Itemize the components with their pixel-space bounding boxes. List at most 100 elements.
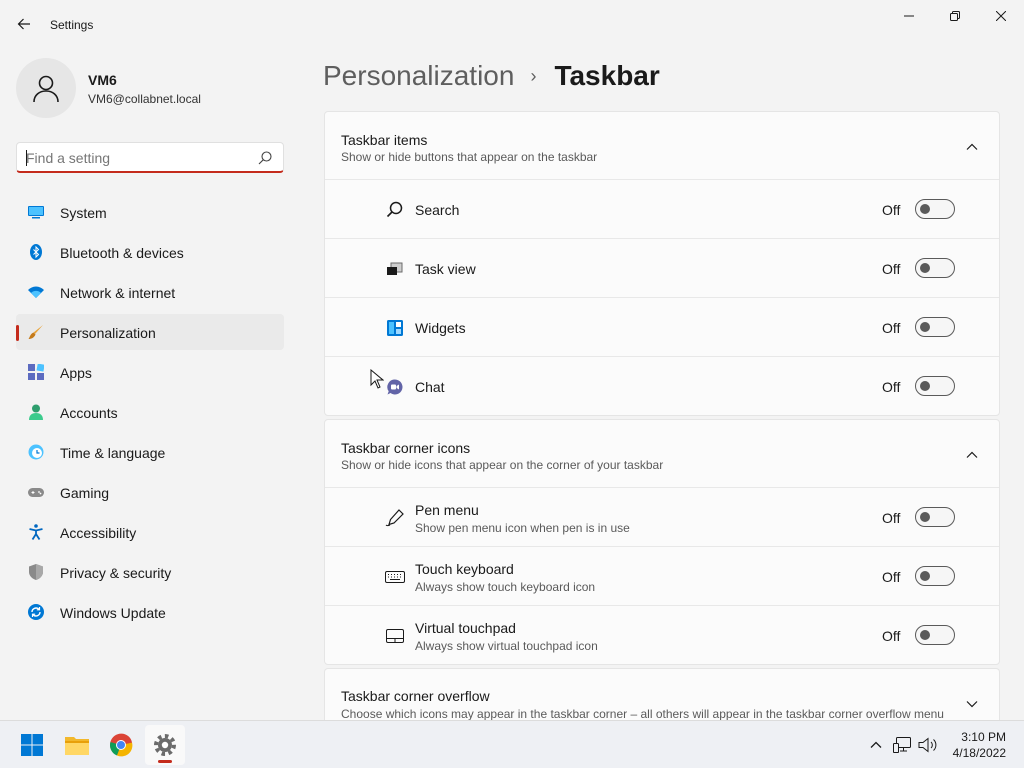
- maximize-button[interactable]: [932, 4, 978, 28]
- breadcrumb-separator: ›: [530, 65, 537, 86]
- toggle-knob: [920, 571, 930, 581]
- chevron-down-icon[interactable]: [965, 697, 979, 711]
- chevron-up-icon[interactable]: [965, 140, 979, 154]
- setting-label: Task view: [415, 261, 476, 277]
- volume-tray-button[interactable]: [918, 735, 938, 755]
- close-button[interactable]: [978, 4, 1024, 28]
- sidebar-item-label: Apps: [60, 365, 92, 381]
- section-subtitle: Choose which icons may appear in the tas…: [341, 707, 944, 721]
- search-icon[interactable]: [257, 150, 273, 166]
- section-subtitle: Show or hide icons that appear on the co…: [341, 458, 664, 472]
- setting-label: Widgets: [415, 320, 466, 336]
- setting-description: Always show virtual touchpad icon: [415, 639, 598, 653]
- toggle-knob: [920, 512, 930, 522]
- sidebar-item-label: System: [60, 205, 107, 221]
- settings-icon: [154, 734, 176, 756]
- chat-toggle[interactable]: [915, 376, 955, 396]
- toggle-state: Off: [882, 628, 901, 644]
- taskbar-corner-icons-card: Taskbar corner icons Show or hide icons …: [324, 419, 1000, 665]
- setting-label: Chat: [415, 379, 445, 395]
- close-icon: [996, 11, 1006, 21]
- taskbar-items-header[interactable]: Taskbar items Show or hide buttons that …: [325, 112, 999, 180]
- show-hidden-icons-button[interactable]: [866, 735, 886, 755]
- section-subtitle: Show or hide buttons that appear on the …: [341, 150, 598, 164]
- search-input[interactable]: [26, 148, 246, 168]
- minimize-button[interactable]: [886, 4, 932, 28]
- touchpad-icon: [386, 629, 404, 643]
- sidebar-item-bluetooth[interactable]: Bluetooth & devices: [16, 234, 284, 270]
- setting-description: Show pen menu icon when pen is in use: [415, 521, 630, 535]
- sidebar-item-apps[interactable]: Apps: [16, 354, 284, 390]
- breadcrumb-parent[interactable]: Personalization: [323, 60, 514, 92]
- toggle-state: Off: [882, 569, 901, 585]
- chevron-up-icon: [870, 741, 882, 748]
- sidebar-item-windows-update[interactable]: Windows Update: [16, 594, 284, 630]
- settings-taskbar-button[interactable]: [145, 725, 185, 765]
- text-caret: [26, 150, 27, 166]
- mouse-cursor-icon: [370, 369, 384, 389]
- clock-time: 3:10 PM: [961, 730, 1006, 744]
- setting-label: Touch keyboard: [415, 561, 514, 577]
- file-explorer-button[interactable]: [57, 725, 97, 765]
- start-button[interactable]: [12, 725, 52, 765]
- search-box[interactable]: [16, 142, 284, 173]
- accessibility-icon: [29, 524, 43, 540]
- toggle-knob: [920, 381, 930, 391]
- globe-clock-icon: [28, 444, 44, 460]
- active-app-indicator: [158, 760, 172, 763]
- avatar: [16, 58, 76, 118]
- taskbar-corner-overflow-card: Taskbar corner overflow Choose which ico…: [324, 668, 1000, 728]
- widgets-toggle[interactable]: [915, 317, 955, 337]
- volume-icon: [918, 737, 937, 753]
- user-profile[interactable]: VM6 VM6@collabnet.local: [16, 58, 286, 118]
- sidebar-item-personalization[interactable]: Personalization: [16, 314, 284, 350]
- network-tray-button[interactable]: [893, 735, 913, 755]
- sidebar-item-system[interactable]: System: [16, 194, 284, 230]
- apps-icon: [28, 364, 44, 380]
- clock[interactable]: 3:10 PM 4/18/2022: [940, 729, 1006, 761]
- toggle-knob: [920, 204, 930, 214]
- sidebar-item-accessibility[interactable]: Accessibility: [16, 514, 284, 550]
- minimize-icon: [904, 15, 914, 17]
- virtual-touchpad-toggle[interactable]: [915, 625, 955, 645]
- touch-keyboard-toggle[interactable]: [915, 566, 955, 586]
- pen-menu-toggle[interactable]: [915, 507, 955, 527]
- setting-label: Pen menu: [415, 502, 479, 518]
- sidebar-nav: System Bluetooth & devices Network & int…: [16, 194, 284, 634]
- search-toggle[interactable]: [915, 199, 955, 219]
- accounts-icon: [29, 404, 43, 420]
- back-button[interactable]: [12, 12, 36, 36]
- keyboard-icon: [385, 571, 405, 583]
- task-view-icon: [387, 262, 403, 275]
- section-title: Taskbar items: [341, 132, 428, 148]
- sidebar-item-privacy[interactable]: Privacy & security: [16, 554, 284, 590]
- chrome-button[interactable]: [101, 725, 141, 765]
- start-icon: [21, 734, 43, 756]
- sidebar-item-label: Windows Update: [60, 605, 166, 621]
- sidebar-item-network[interactable]: Network & internet: [16, 274, 284, 310]
- toggle-knob: [920, 263, 930, 273]
- sidebar-item-label: Personalization: [60, 325, 156, 341]
- sidebar-item-gaming[interactable]: Gaming: [16, 474, 284, 510]
- setting-label: Virtual touchpad: [415, 620, 516, 636]
- app-title: Settings: [50, 18, 94, 32]
- setting-row-touch-keyboard: Touch keyboard Always show touch keyboar…: [325, 547, 999, 606]
- sidebar-item-accounts[interactable]: Accounts: [16, 394, 284, 430]
- pen-icon: [385, 509, 404, 527]
- chevron-up-icon[interactable]: [965, 448, 979, 462]
- taskbar: 3:10 PM 4/18/2022: [0, 720, 1024, 768]
- update-icon: [28, 604, 44, 620]
- taskbar-corner-icons-header[interactable]: Taskbar corner icons Show or hide icons …: [325, 420, 999, 488]
- page-title: Taskbar: [554, 60, 660, 91]
- sidebar-item-time-language[interactable]: Time & language: [16, 434, 284, 470]
- sidebar-item-label: Gaming: [60, 485, 110, 501]
- setting-description: Always show touch keyboard icon: [415, 580, 596, 594]
- shield-icon: [29, 564, 43, 580]
- search-icon: [386, 201, 403, 218]
- toggle-state: Off: [882, 510, 901, 526]
- sidebar-item-label: Accessibility: [60, 525, 137, 541]
- sidebar-item-label: Time & language: [60, 445, 166, 461]
- toggle-state: Off: [882, 202, 901, 218]
- task-view-toggle[interactable]: [915, 258, 955, 278]
- person-icon: [33, 75, 59, 103]
